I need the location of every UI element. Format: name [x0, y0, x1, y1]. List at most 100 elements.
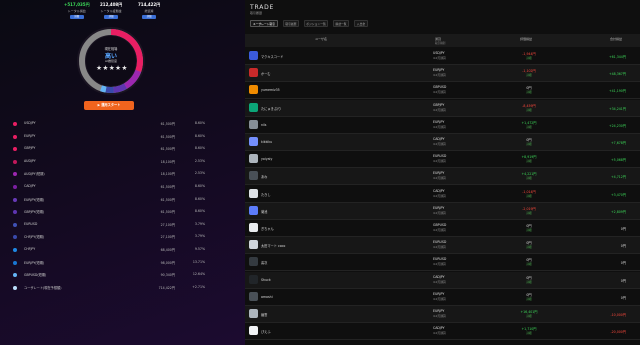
allocation-row[interactable]: USDJPY 61,500円 8.60%	[0, 118, 245, 130]
user-name: nils	[261, 122, 267, 127]
table-row[interactable]: かーむ EURJPY 4.0万通貨 -1,102円 詳細 +48,367円	[245, 65, 640, 83]
tab-user-rate[interactable]: ユーザレート取引	[250, 20, 278, 27]
allocation-row[interactable]: GBPUSD(短期) 90,340円 12.64%	[0, 269, 245, 281]
allocation-amount: 61,500円	[160, 197, 175, 202]
pl-detail-link[interactable]: 詳細	[507, 176, 551, 180]
table-row[interactable]: ぎちゃん GBPUSD 4.0万通貨 0円 詳細 0円	[245, 220, 640, 237]
tab-pl-list[interactable]: 損益一覧	[333, 20, 349, 27]
avatar	[249, 205, 258, 215]
table-row[interactable]: 幽霊 EURJPY 4.0万通貨 +16,401円 詳細 -10,000円	[245, 306, 640, 323]
stat-value: 714,422円	[138, 2, 161, 7]
series-color-dot	[13, 222, 17, 227]
pl-detail-link[interactable]: 詳細	[507, 297, 551, 301]
total-pl: +5,068円	[611, 158, 626, 163]
pl-detail-link[interactable]: 詳細	[507, 142, 551, 146]
table-row[interactable]: たにゅきぷ/り GBPJPY 4.0万通貨 -8,459円 詳細 +34,241円	[245, 99, 640, 117]
stat-detail-button[interactable]: 詳細	[69, 15, 84, 19]
pl-detail-link[interactable]: 詳細	[507, 56, 551, 60]
pl-detail-link[interactable]: 詳細	[507, 90, 551, 94]
allocation-row[interactable]: EURJPY 61,500円 8.60%	[0, 131, 245, 143]
allocation-percent: 3.79%	[194, 221, 205, 226]
page-title: TRADE	[250, 4, 275, 11]
total-pl: +2,809円	[611, 209, 626, 214]
avatar	[249, 291, 258, 301]
pl-detail-link[interactable]: 詳細	[507, 262, 551, 266]
allocation-percent: 8.60%	[194, 184, 205, 188]
stat-detail-button[interactable]: 詳細	[142, 15, 157, 19]
total-pl: +34,241円	[608, 106, 626, 111]
table-row[interactable]: 善次 EURUSD 4.0万通貨 0円 詳細 0円	[245, 254, 640, 272]
table-row[interactable]: あわ EURJPY 4.0万通貨 +4,221円 詳細 +4,712円	[245, 168, 640, 186]
trade-type: 4.0万通貨	[433, 90, 446, 95]
tab-positions[interactable]: ポジション一覧	[304, 20, 328, 27]
allocation-percent: 2.53%	[194, 158, 205, 163]
pl-detail-link[interactable]: 詳細	[507, 228, 551, 232]
tab-history[interactable]: 取引履歴	[283, 20, 299, 27]
table-row[interactable]: 菊池 EURJPY 4.0万通貨 -2,019円 詳細 +2,809円	[245, 202, 640, 220]
total-pl: +7,678円	[611, 141, 626, 145]
avatar	[249, 240, 258, 250]
allocation-row[interactable]: EURUSD 27,100円 3.79%	[0, 219, 245, 231]
trade-type: 4.0万通貨	[433, 279, 446, 284]
stat-detail-button[interactable]: 詳細	[104, 15, 119, 19]
pl-detail-link[interactable]: 詳細	[507, 331, 551, 335]
currency-pair: CADJPY	[433, 188, 445, 193]
pl-detail-link[interactable]: 詳細	[507, 280, 551, 284]
allocation-name: GBPJPY(短期)	[24, 210, 45, 215]
avatar	[249, 274, 258, 284]
trade-type: 4.0万通貨	[433, 107, 446, 112]
start-operation-button[interactable]: ▶ 運用スタート	[84, 101, 134, 110]
table-row[interactable]: amoshi EURJPY 4.0万通貨 0円 詳細 0円	[245, 289, 640, 306]
table-row[interactable]: yumemiz35 GBPUSD 4.0万通貨 0円 詳細 +41,190円	[245, 82, 640, 100]
table-row[interactable]: ぴえふ CADJPY 4.0万通貨 +1,710円 詳細 -20,000円	[245, 323, 640, 341]
currency-pair: EURJPY	[433, 171, 445, 176]
pl-detail-link[interactable]: 詳細	[507, 211, 551, 215]
stat-total-assets: 714,422円 総資産 詳細	[138, 2, 160, 19]
pl-detail-link[interactable]: 詳細	[507, 314, 551, 318]
pl-detail-link[interactable]: 詳細	[507, 108, 551, 112]
user-name: Shuck	[261, 277, 271, 282]
table-row[interactable]: kikkiku CADJPY 4.0万通貨 0円 詳細 +7,678円	[245, 134, 640, 151]
allocation-row[interactable]: EURJPY(短期) 61,500円 8.60%	[0, 194, 245, 206]
pl-detail-link[interactable]: 詳細	[507, 159, 551, 163]
allocation-row[interactable]: GBPJPY(短期) 61,500円 8.60%	[0, 206, 245, 218]
allocation-row[interactable]: CHFJPY(短期) 27,100円 3.79%	[0, 231, 245, 243]
allocation-row[interactable]: AUDJPY 18,100円 2.53%	[0, 156, 245, 168]
table-row[interactable]: マクキスコード USDJPY 4.0万通貨 -1,944円 詳細 +61,344円	[245, 48, 640, 65]
allocation-row[interactable]: ユーザレート(現在予想額) 714,422円 +2.71%	[0, 282, 245, 294]
header-pair-sub: 取引種別	[435, 42, 446, 45]
table-row[interactable]: 太田マート coco EURUSD 4.0万通貨 0円 詳細 0円	[245, 237, 640, 255]
allocation-percent: 8.60%	[194, 121, 205, 125]
pl-detail-link[interactable]: 詳細	[507, 194, 551, 198]
allocation-row[interactable]: CHFJPY 68,400円 9.57%	[0, 244, 245, 256]
trade-type: 4.0万通貨	[433, 262, 446, 267]
trade-type: 4.0万通貨	[433, 228, 446, 232]
allocation-row[interactable]: AUDJPY(短期) 18,100円 2.53%	[0, 168, 245, 180]
header-total: 合計損益	[610, 37, 623, 41]
tab-deposit[interactable]: 入出金	[354, 20, 368, 27]
allocation-amount: 714,422円	[158, 285, 175, 290]
header-user: ユーザ名	[315, 37, 327, 41]
allocation-row[interactable]: GBPJPY 61,500円 8.60%	[0, 143, 245, 155]
allocation-row[interactable]: CADJPY 61,500円 8.60%	[0, 181, 245, 193]
table-row[interactable]: nils EURJPY 4.0万通貨 +1,472円 詳細 +24,230円	[245, 117, 640, 134]
allocation-amount: 18,100円	[160, 159, 175, 164]
pl-detail-link[interactable]: 詳細	[507, 73, 551, 77]
series-color-dot	[13, 172, 17, 177]
series-color-dot	[13, 134, 17, 139]
table-row[interactable]: Shuck CADJPY 4.0万通貨 0円 詳細 0円	[245, 271, 640, 289]
pl-detail-link[interactable]: 詳細	[507, 125, 551, 129]
pl-detail-link[interactable]: 詳細	[507, 245, 551, 249]
currency-pair: EURUSD	[433, 240, 447, 245]
allocation-percent: 12.64%	[192, 272, 205, 277]
series-color-dot	[13, 273, 17, 278]
currency-pair: GBPJPY	[433, 102, 445, 107]
table-row[interactable]: yoiyaiy EURUSD 4.0万通貨 +8,919円 詳細 +5,068円	[245, 151, 640, 169]
allocation-row[interactable]: EURJPY(短期) 98,000円 13.71%	[0, 257, 245, 269]
series-color-dot	[13, 260, 17, 265]
allocation-amount: 61,500円	[160, 185, 175, 189]
table-row[interactable]: たきし CADJPY 4.0万通貨 -1,014円 詳細 +3,470円	[245, 186, 640, 203]
currency-pair: CADJPY	[433, 326, 445, 331]
allocation-percent: 3.79%	[194, 234, 205, 239]
currency-pair: USDJPY	[433, 51, 445, 55]
